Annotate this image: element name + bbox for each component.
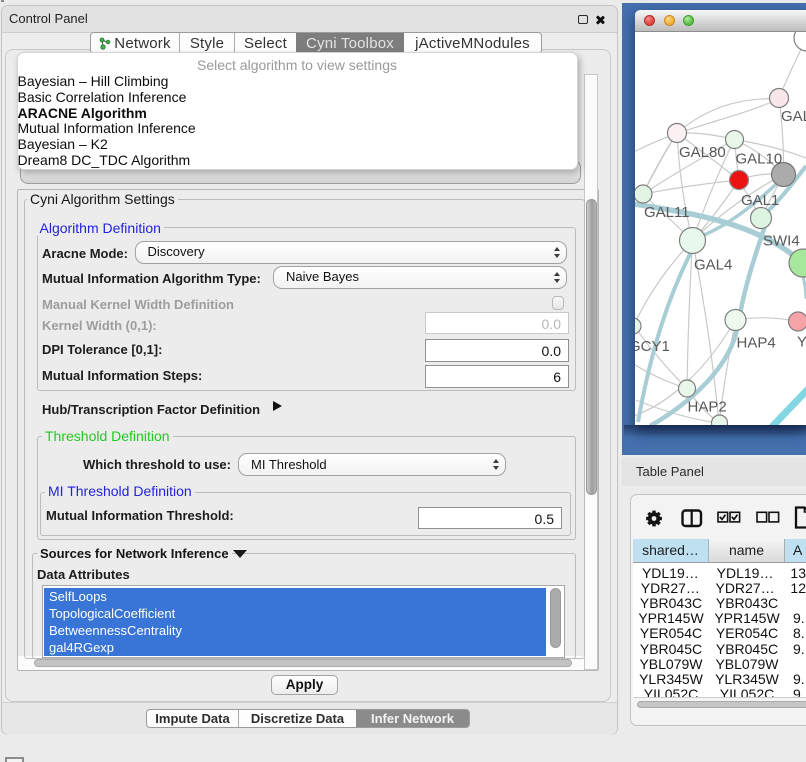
svg-text:HAP2: HAP2	[688, 399, 727, 416]
svg-text:HAP4: HAP4	[737, 335, 776, 352]
svg-text:GAL80: GAL80	[679, 144, 726, 161]
svg-text:GAL11: GAL11	[644, 204, 690, 221]
svg-text:GAL2: GAL2	[781, 108, 806, 125]
svg-text:GAL10: GAL10	[736, 151, 783, 168]
svg-text:YEL: YEL	[797, 334, 806, 351]
svg-text:GCY1: GCY1	[635, 338, 670, 355]
svg-text:GAL1: GAL1	[741, 192, 779, 209]
svg-text:GAL4: GAL4	[694, 257, 732, 274]
svg-text:SWI4: SWI4	[763, 233, 800, 250]
